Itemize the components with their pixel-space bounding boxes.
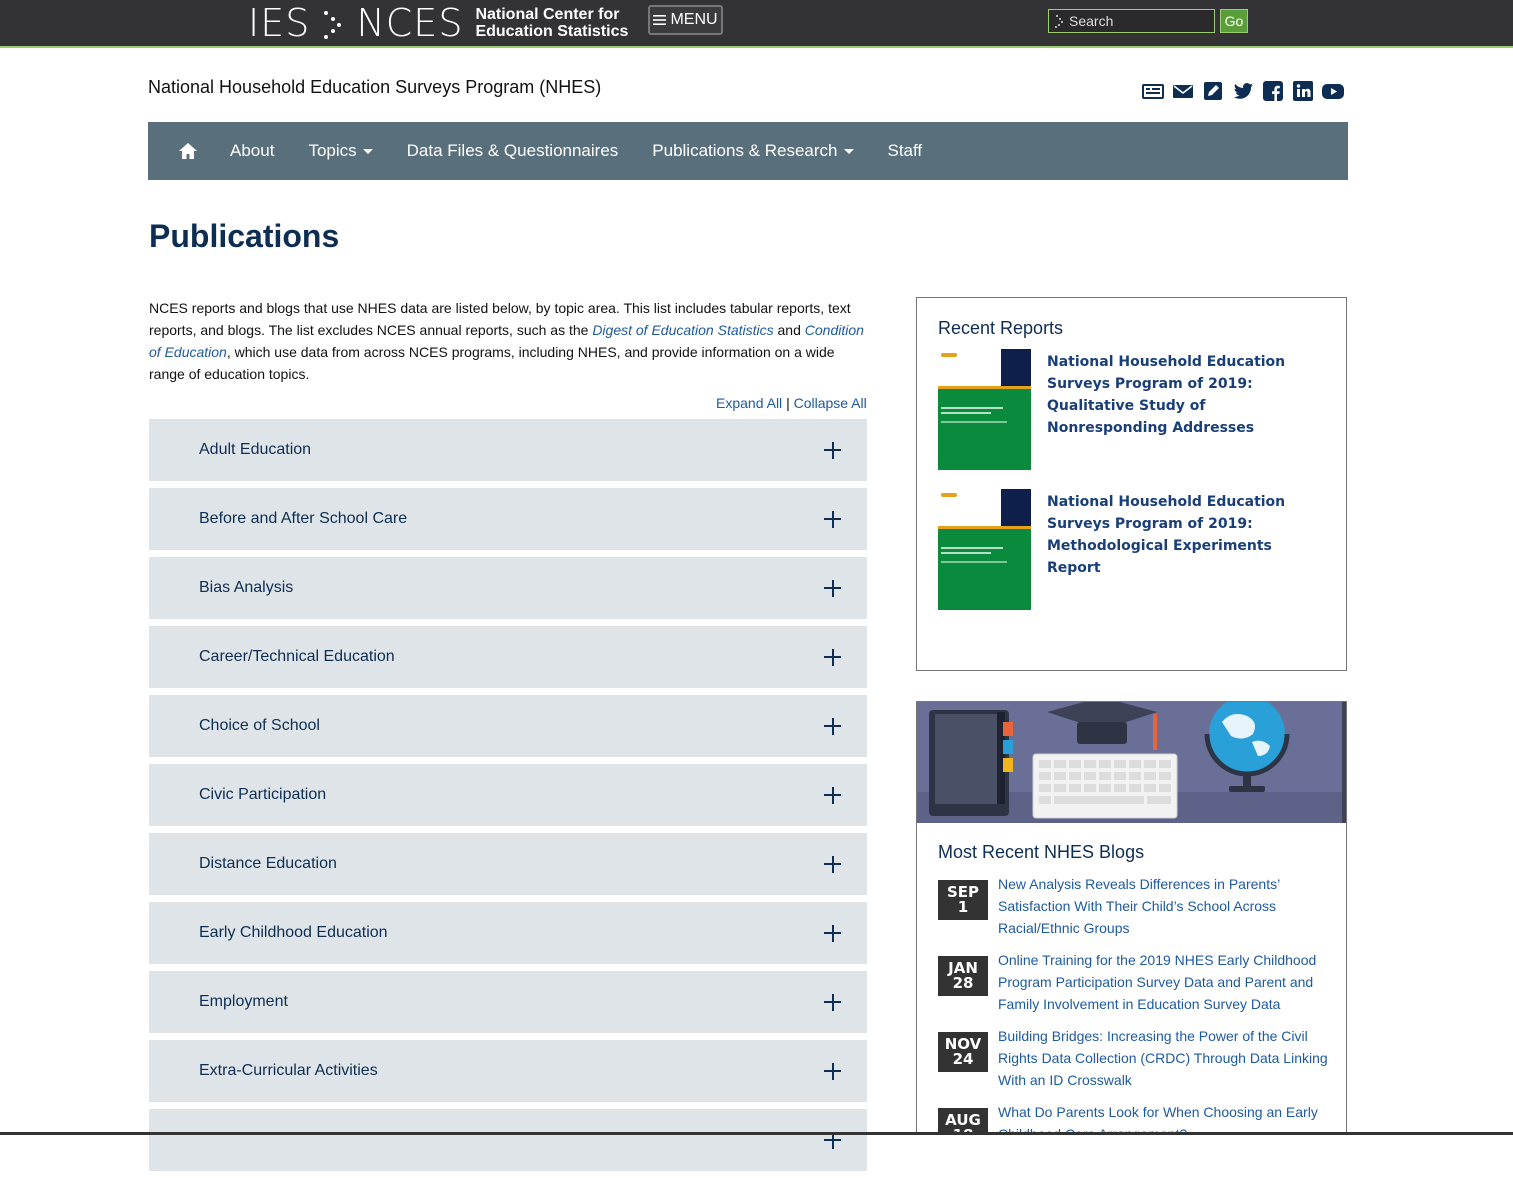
accordion-label: Employment	[199, 993, 288, 1010]
nces-wordmark: NCES	[356, 1, 464, 45]
nav-label: Data Files & Questionnaires	[406, 141, 619, 160]
blog-title-link[interactable]: Online Training for the 2019 NHES Early …	[998, 949, 1328, 1015]
hamburger-icon	[653, 15, 667, 25]
caret-down-icon	[843, 148, 854, 154]
accordion-item-choice-of-school[interactable]: Choice of School	[149, 695, 867, 757]
social-links	[1142, 80, 1344, 102]
caret-down-icon	[362, 148, 373, 154]
report-cover-image[interactable]	[938, 489, 1031, 610]
accordion-item-extra-curricular[interactable]: Extra-Curricular Activities	[149, 1040, 867, 1102]
blog-title-link[interactable]: What Do Parents Look for When Choosing a…	[998, 1101, 1328, 1135]
blog-banner-image	[917, 702, 1346, 823]
search-dots-icon	[1055, 15, 1063, 28]
nav-label: Topics	[308, 141, 357, 160]
top-bar: IES NCES National Center for Education S…	[0, 0, 1513, 48]
email-icon[interactable]	[1172, 80, 1194, 102]
facebook-icon[interactable]	[1262, 80, 1284, 102]
blogs-heading: Most Recent NHES Blogs	[938, 842, 1145, 862]
recent-reports-panel: Recent Reports National Household Educat…	[916, 297, 1347, 671]
nav-item-about[interactable]: About	[230, 141, 274, 161]
plus-icon[interactable]	[824, 441, 841, 459]
blog-icon[interactable]	[1202, 80, 1224, 102]
main-nav: About Topics Data Files & Questionnaires…	[148, 122, 1348, 180]
accordion-label: Before and After School Care	[199, 510, 408, 527]
nces-fullname: National Center for Education Statistics	[475, 6, 628, 40]
expand-all-link[interactable]: Expand All	[716, 395, 782, 411]
report-title[interactable]: National Household Education Surveys Pro…	[1047, 351, 1327, 439]
accordion-item-partial[interactable]	[149, 1109, 867, 1171]
newsletter-icon[interactable]	[1142, 80, 1164, 102]
intro-text: NCES reports and blogs that use NHES dat…	[149, 297, 871, 385]
plus-icon[interactable]	[824, 993, 841, 1011]
youtube-icon[interactable]	[1322, 80, 1344, 102]
collapse-all-link[interactable]: Collapse All	[794, 395, 867, 411]
plus-icon[interactable]	[824, 717, 841, 735]
nav-item-data-files[interactable]: Data Files & Questionnaires	[407, 141, 619, 161]
intro-part3: , which use data from across NCES progra…	[149, 344, 835, 382]
accordion-item-employment[interactable]: Employment	[149, 971, 867, 1033]
plus-icon[interactable]	[824, 579, 841, 597]
plus-icon[interactable]	[824, 1062, 841, 1080]
plus-icon[interactable]	[824, 855, 841, 873]
accordion-item-bias-analysis[interactable]: Bias Analysis	[149, 557, 867, 619]
intro-part2: and	[773, 322, 805, 338]
blog-title-link[interactable]: Building Bridges: Increasing the Power o…	[998, 1025, 1328, 1091]
accordion-label: Career/Technical Education	[199, 648, 395, 665]
search-go-button[interactable]: Go	[1220, 9, 1248, 33]
accordion-label: Distance Education	[199, 855, 337, 872]
expand-collapse-controls: Expand All | Collapse All	[716, 395, 867, 411]
recent-blogs-panel: Most Recent NHES Blogs SEP 1 New Analysis…	[916, 701, 1347, 1135]
plus-icon[interactable]	[824, 648, 841, 666]
nav-item-staff[interactable]: Staff	[888, 141, 923, 161]
topic-accordion: Adult Education Before and After School …	[149, 419, 867, 1178]
date-badge: AUG 18	[938, 1108, 988, 1135]
home-icon[interactable]	[178, 141, 198, 161]
accordion-label: Extra-Curricular Activities	[199, 1062, 378, 1079]
date-day: 24	[952, 1050, 974, 1068]
date-day: 28	[952, 974, 974, 992]
accordion-item-early-childhood[interactable]: Early Childhood Education	[149, 902, 867, 964]
accordion-label: Choice of School	[199, 717, 320, 734]
logo-dots-icon	[320, 8, 346, 39]
program-title[interactable]: National Household Education Surveys Pro…	[148, 77, 601, 98]
report-title[interactable]: National Household Education Surveys Pro…	[1047, 491, 1327, 579]
plus-icon[interactable]	[824, 510, 841, 528]
menu-label: MENU	[670, 11, 718, 28]
nces-fullname-line1: National Center for	[475, 6, 620, 23]
nav-label: About	[230, 141, 275, 160]
accordion-item-civic-participation[interactable]: Civic Participation	[149, 764, 867, 826]
recent-reports-heading: Recent Reports	[938, 318, 1064, 338]
nav-label: Staff	[887, 141, 923, 160]
digest-link[interactable]: Digest of Education Statistics	[592, 322, 773, 338]
report-cover-image[interactable]	[938, 349, 1031, 470]
nav-item-publications[interactable]: Publications & Research	[652, 141, 854, 161]
separator: |	[786, 395, 790, 411]
twitter-icon[interactable]	[1232, 80, 1254, 102]
nav-item-topics[interactable]: Topics	[308, 141, 373, 161]
accordion-label: Early Childhood Education	[199, 924, 388, 941]
accordion-item-career-technical[interactable]: Career/Technical Education	[149, 626, 867, 688]
date-day: 1	[957, 898, 969, 916]
date-badge: JAN 28	[938, 956, 988, 996]
menu-button[interactable]: MENU	[648, 5, 723, 35]
search-box	[1048, 9, 1215, 33]
search-input[interactable]	[1069, 13, 1199, 29]
plus-icon[interactable]	[824, 786, 841, 804]
accordion-label: Civic Participation	[199, 786, 327, 803]
accordion-label: Adult Education	[199, 441, 312, 458]
ies-wordmark: IES	[248, 1, 311, 45]
accordion-item-adult-education[interactable]: Adult Education	[149, 419, 867, 481]
linkedin-icon[interactable]	[1292, 80, 1314, 102]
date-badge: SEP 1	[938, 880, 988, 920]
accordion-item-distance-education[interactable]: Distance Education	[149, 833, 867, 895]
nces-logo[interactable]: IES NCES National Center for Education S…	[248, 0, 628, 46]
date-badge: NOV 24	[938, 1032, 988, 1072]
page-title: Publications	[149, 218, 340, 254]
nav-label: Publications & Research	[652, 141, 838, 160]
blog-title-link[interactable]: New Analysis Reveals Differences in Pare…	[998, 873, 1328, 939]
accordion-label: Bias Analysis	[199, 579, 294, 596]
plus-icon[interactable]	[824, 924, 841, 942]
nces-fullname-line2: Education Statistics	[475, 23, 629, 40]
accordion-item-before-after-school[interactable]: Before and After School Care	[149, 488, 867, 550]
